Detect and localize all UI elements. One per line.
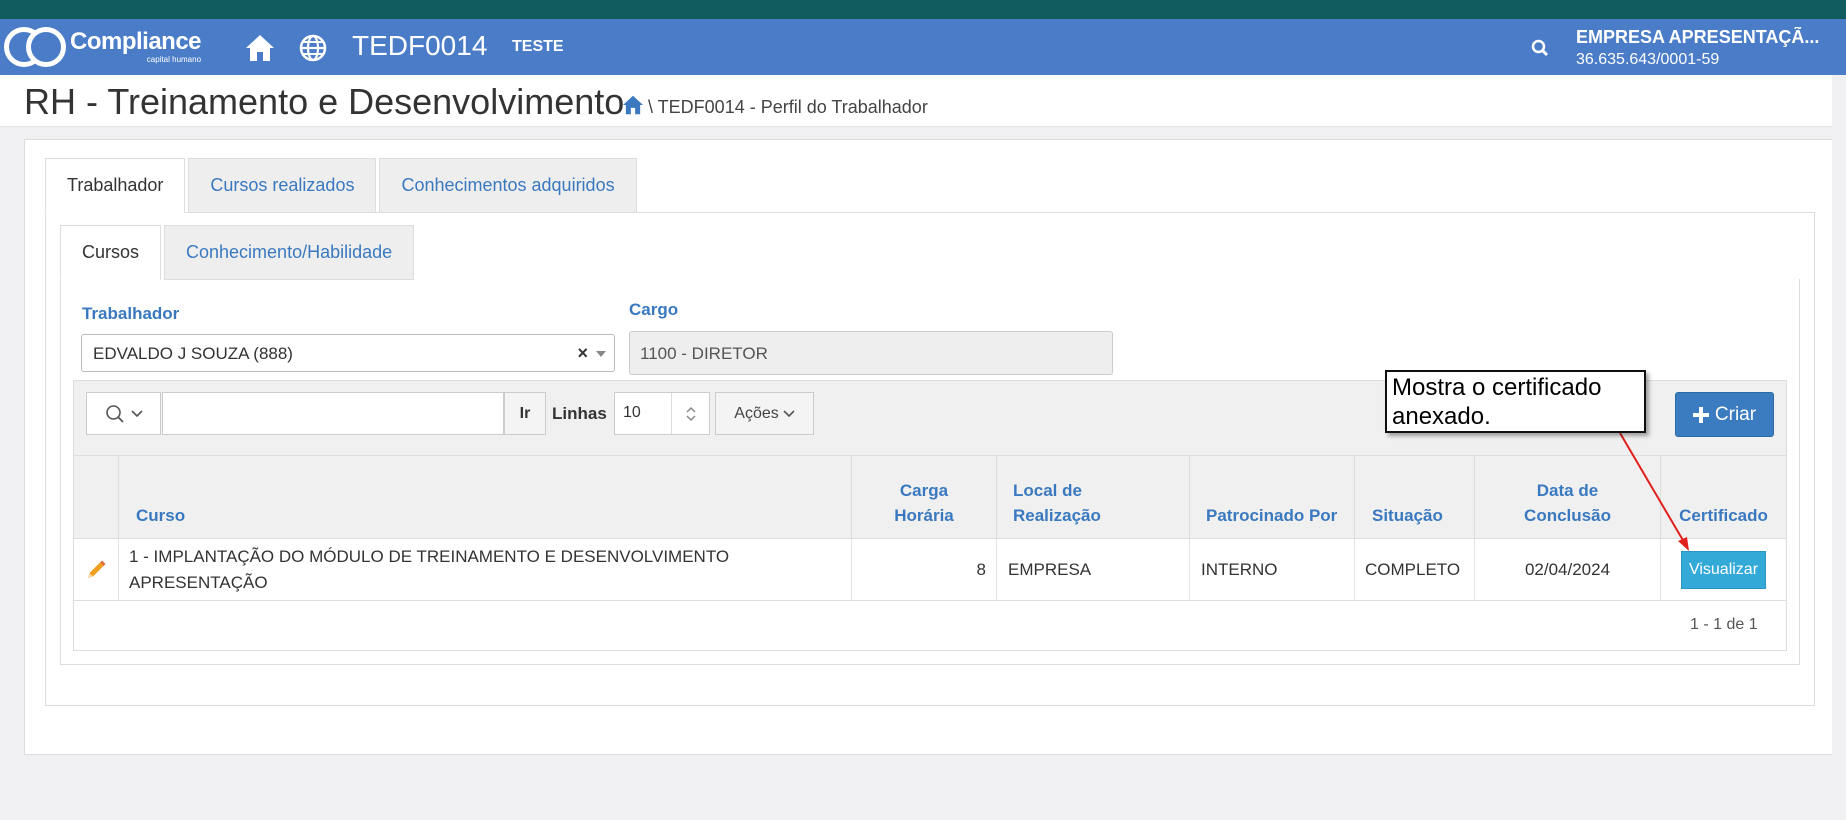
- rows-label: Linhas: [552, 404, 607, 423]
- cell-carga-horaria: 8: [852, 539, 997, 601]
- view-certificate-button[interactable]: Visualizar: [1680, 550, 1767, 589]
- tab-conhecimentos-adquiridos[interactable]: Conhecimentos adquiridos: [379, 158, 637, 213]
- cell-situacao: COMPLETO: [1355, 539, 1475, 601]
- cell-curso: 1 - IMPLANTAÇÃO DO MÓDULO DE TREINAMENTO…: [119, 539, 852, 601]
- company-name: EMPRESA APRESENTAÇÃ...: [1576, 27, 1820, 47]
- inner-tabs: Cursos Conhecimento/Habilidade: [60, 225, 417, 280]
- pagination-info: 1 - 1 de 1: [1690, 616, 1758, 633]
- tab-trabalhador[interactable]: Trabalhador: [45, 158, 186, 213]
- cargo-field: 1100 - DIRETOR: [629, 331, 1113, 375]
- plus-icon: [1692, 406, 1709, 423]
- home-icon[interactable]: [245, 33, 275, 63]
- go-button[interactable]: Ir: [504, 392, 546, 435]
- top-navbar: Compliance capital humano TEDF0014 TESTE…: [0, 19, 1846, 75]
- company-logo[interactable]: Compliance capital humano: [4, 27, 202, 67]
- outer-tabs: Trabalhador Cursos realizados Conhecimen…: [45, 158, 640, 213]
- pencil-icon[interactable]: [85, 559, 107, 581]
- breadcrumb-home-icon[interactable]: [622, 95, 644, 120]
- worker-label: Trabalhador: [82, 304, 180, 323]
- environment-label: TESTE: [512, 38, 564, 55]
- logo-subtitle: capital humano: [146, 55, 202, 64]
- globe-icon[interactable]: [298, 33, 328, 63]
- breadcrumb: \ TEDF0014 - Perfil do Trabalhador: [622, 95, 928, 120]
- cell-patrocinado: INTERNO: [1190, 539, 1355, 601]
- company-menu[interactable]: EMPRESA APRESENTAÇÃ... 36.635.643/0001-5…: [1576, 27, 1846, 69]
- cargo-label: Cargo: [629, 300, 679, 319]
- column-header-certificado[interactable]: Certificado: [1661, 456, 1786, 538]
- column-header-situacao[interactable]: Situação: [1355, 456, 1475, 538]
- column-header-curso[interactable]: Curso: [119, 456, 852, 538]
- actions-menu-button[interactable]: Ações: [715, 392, 814, 435]
- worker-select-value: EDVALDO J SOUZA (888): [93, 344, 293, 363]
- cell-certificado: Visualizar: [1661, 539, 1786, 601]
- cell-data-conclusao: 02/04/2024: [1475, 539, 1661, 601]
- rows-value: 10: [623, 404, 641, 421]
- page-scrollbar[interactable]: [1832, 75, 1846, 820]
- page-title: RH - Treinamento e Desenvolvimento: [24, 81, 625, 122]
- tab-conhecimento-habilidade[interactable]: Conhecimento/Habilidade: [164, 225, 415, 280]
- column-header-local[interactable]: Local de Realização: [997, 456, 1190, 538]
- logo-title: Compliance: [70, 28, 202, 55]
- chevron-down-icon[interactable]: [596, 351, 606, 357]
- edit-row-cell: [74, 539, 119, 601]
- rows-per-page-input[interactable]: 10: [614, 392, 710, 435]
- page-code: TEDF0014: [352, 30, 488, 61]
- search-input[interactable]: [162, 392, 504, 435]
- create-button[interactable]: Criar: [1675, 392, 1774, 437]
- column-header-data[interactable]: Data de Conclusão: [1475, 456, 1661, 538]
- search-column-dropdown[interactable]: [86, 392, 161, 435]
- annotation-callout: Mostra o certificado anexado.: [1385, 370, 1646, 433]
- column-header-edit: [74, 456, 119, 538]
- clear-selection-icon[interactable]: ×: [577, 343, 588, 364]
- tab-cursos[interactable]: Cursos: [60, 225, 162, 280]
- actions-label: Ações: [734, 404, 779, 422]
- chevron-down-icon: [783, 409, 795, 417]
- logo-rings-icon: [4, 27, 68, 67]
- worker-select[interactable]: EDVALDO J SOUZA (888) ×: [81, 334, 615, 372]
- create-label: Criar: [1714, 403, 1757, 425]
- tab-cursos-realizados[interactable]: Cursos realizados: [188, 158, 377, 213]
- breadcrumb-text: \ TEDF0014 - Perfil do Trabalhador: [648, 97, 928, 117]
- cell-local: EMPRESA: [997, 539, 1190, 601]
- chevron-down-icon: [130, 409, 143, 417]
- spinner-arrows-icon[interactable]: [671, 393, 709, 434]
- page-header: RH - Treinamento e Desenvolvimento \ TED…: [0, 75, 1846, 127]
- search-icon[interactable]: [1525, 33, 1555, 63]
- company-cnpj: 36.635.643/0001-59: [1576, 51, 1720, 68]
- column-header-patrocinado[interactable]: Patrocinado Por: [1190, 456, 1355, 538]
- window-top-strip: [0, 0, 1846, 19]
- search-icon: [105, 404, 124, 423]
- column-header-carga-horaria[interactable]: Carga Horária: [852, 456, 997, 538]
